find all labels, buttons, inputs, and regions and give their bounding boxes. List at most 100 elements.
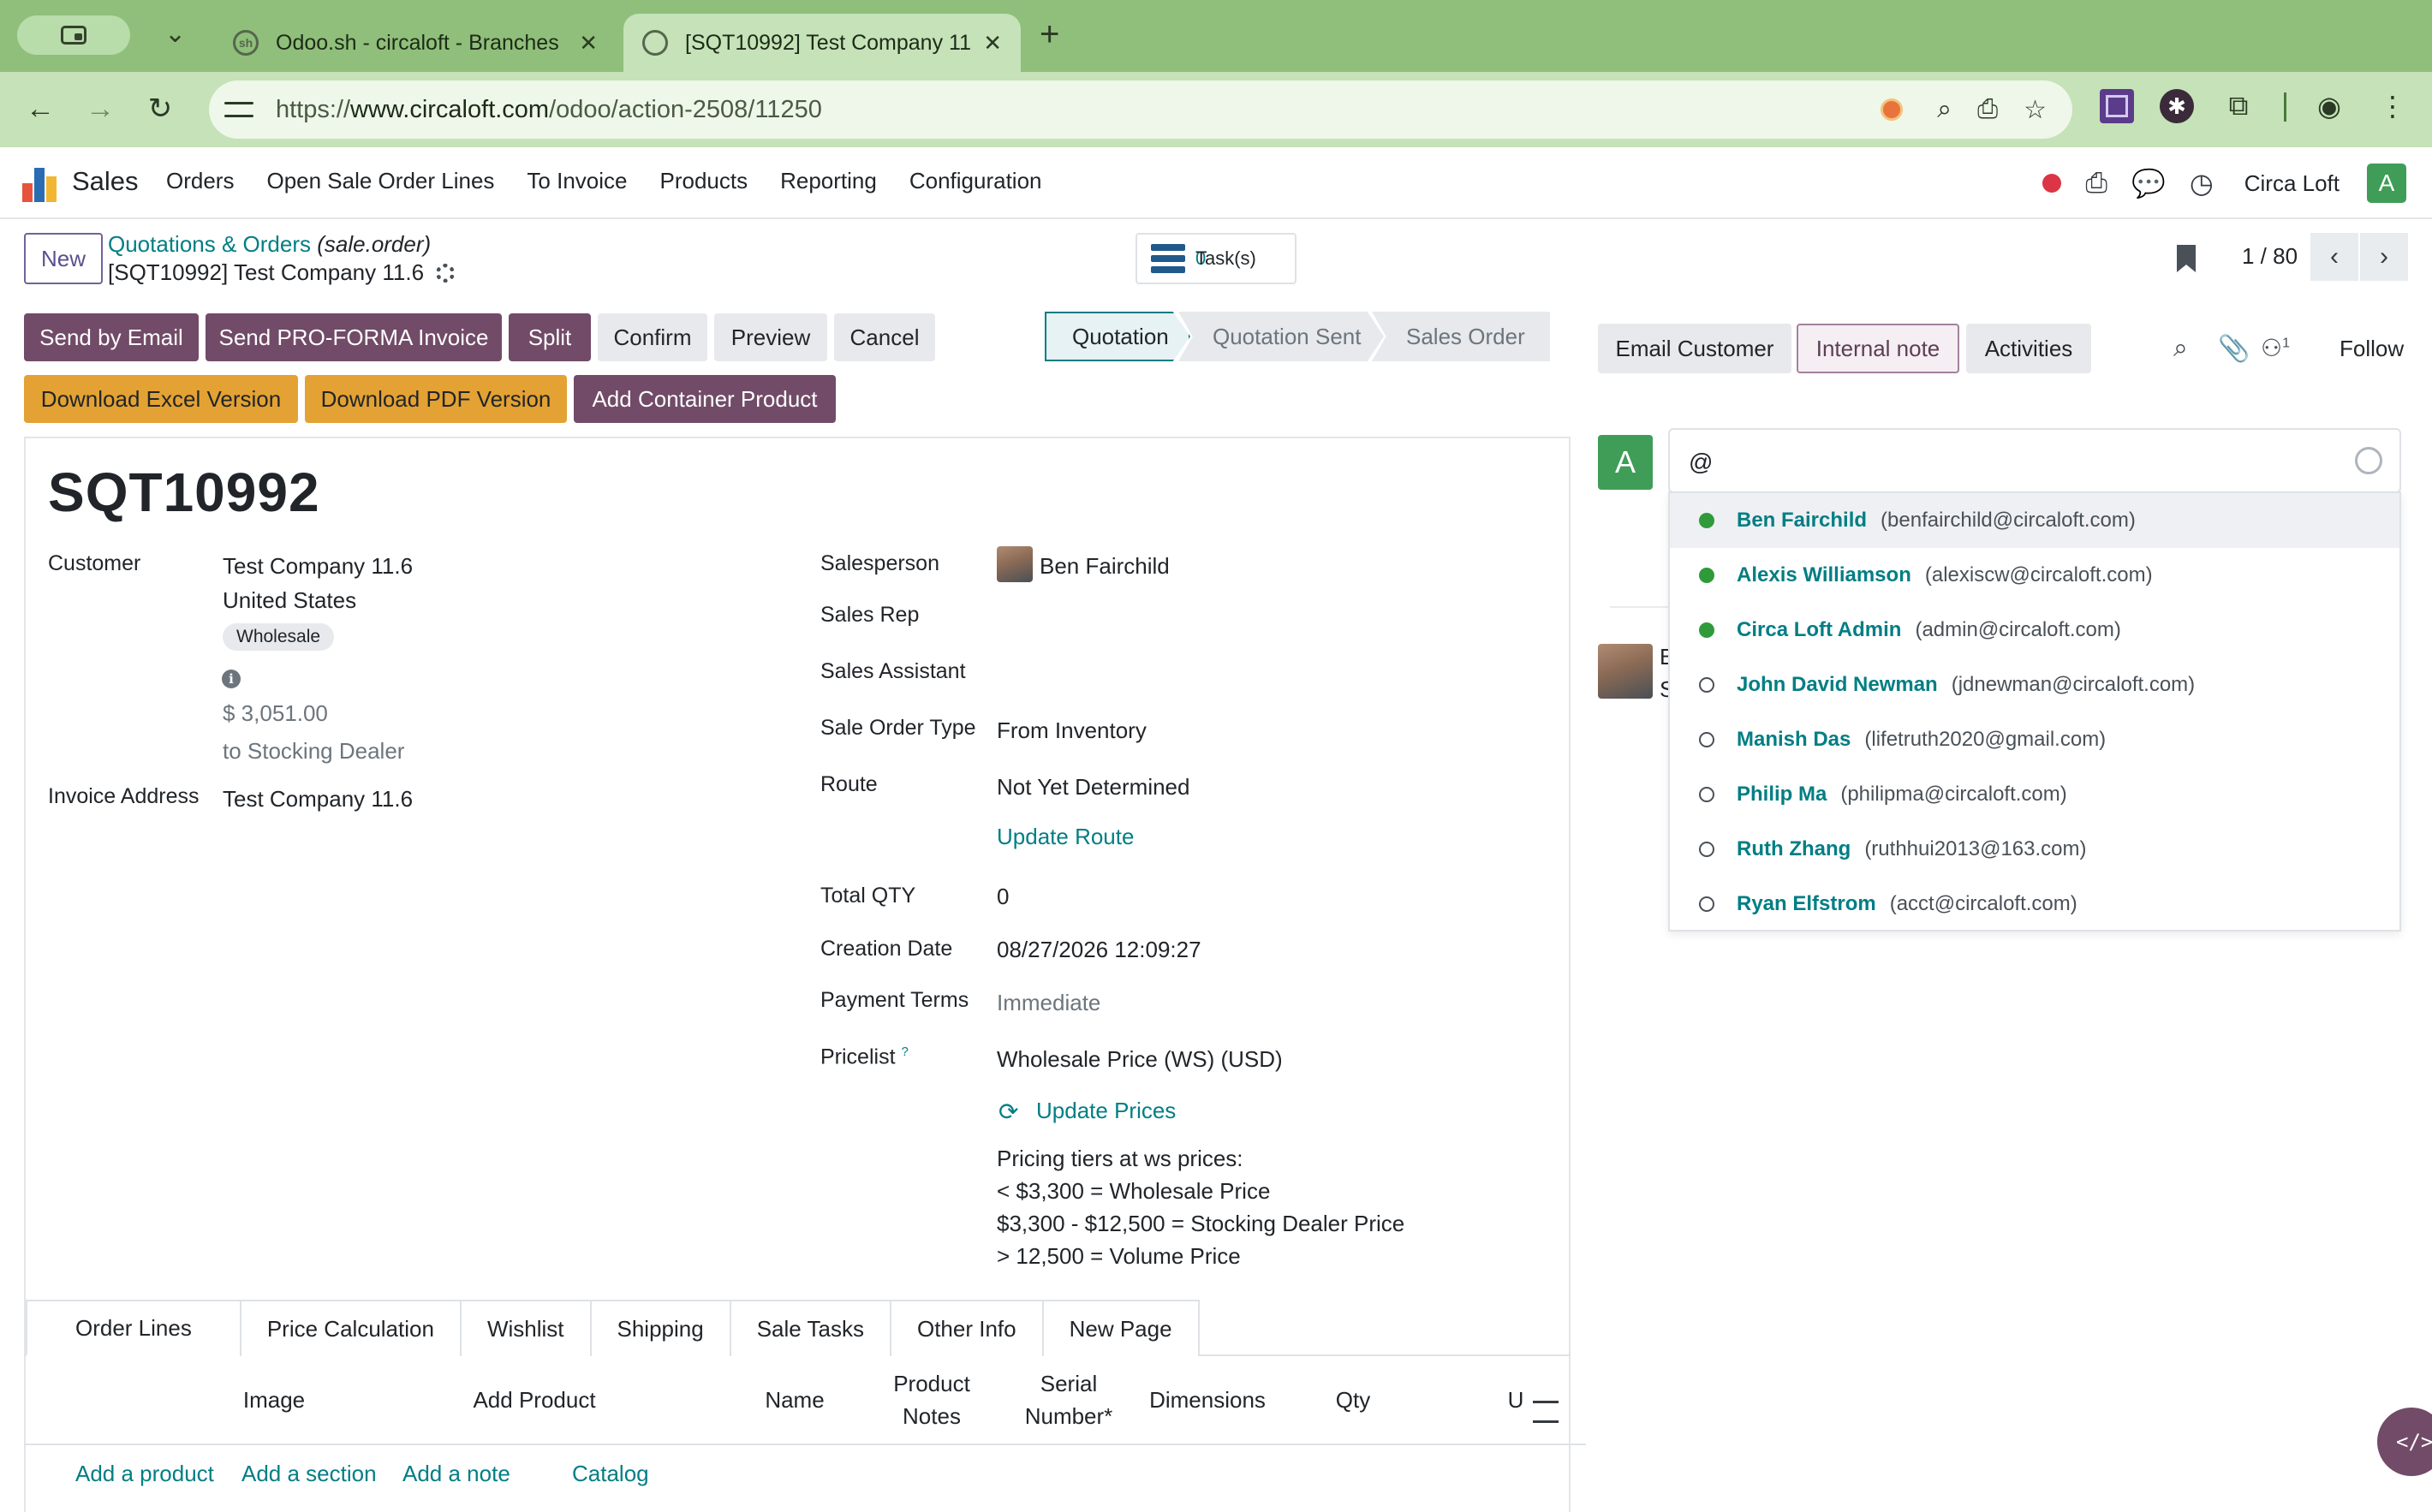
menu-reporting[interactable]: Reporting xyxy=(780,168,877,194)
menu-orders[interactable]: Orders xyxy=(166,168,234,194)
invoice-address[interactable]: Test Company 11.6 xyxy=(223,786,413,813)
bookmark-icon[interactable] xyxy=(2177,245,2196,272)
pager-value[interactable]: 1 / 80 xyxy=(2242,243,2298,270)
preview-button[interactable]: Preview xyxy=(714,313,827,361)
send-proforma-invoice-button[interactable]: Send PRO-FORMA Invoice xyxy=(206,313,502,361)
mention-item[interactable]: John David Newman (jdnewman@circaloft.com… xyxy=(1670,658,2399,712)
menu-to-invoice[interactable]: To Invoice xyxy=(527,168,627,194)
back-arrow-icon[interactable]: ← xyxy=(21,89,60,128)
stage-sales-order[interactable]: Sales Order xyxy=(1372,312,1550,361)
sale-order-type-value[interactable]: From Inventory xyxy=(997,717,1147,744)
gear-icon[interactable] xyxy=(436,263,456,283)
add-container-product-button[interactable]: Add Container Product xyxy=(574,375,836,423)
mention-item[interactable]: Ryan Elfstrom (acct@circaloft.com) xyxy=(1670,877,2399,932)
mention-item[interactable]: Circa Loft Admin (admin@circaloft.com) xyxy=(1670,603,2399,658)
tab-order-lines[interactable]: Order Lines xyxy=(26,1300,241,1356)
tab-wishlist[interactable]: Wishlist xyxy=(459,1300,592,1356)
info-icon[interactable]: i xyxy=(222,670,241,688)
extension-purple-icon[interactable] xyxy=(2100,89,2134,123)
tab-new-page[interactable]: New Page xyxy=(1041,1300,1200,1356)
profile-icon[interactable]: ◉ xyxy=(2312,89,2346,123)
close-tab-icon[interactable]: ✕ xyxy=(579,30,598,57)
menu-configuration[interactable]: Configuration xyxy=(909,168,1042,194)
breadcrumb-quotations-link[interactable]: Quotations & Orders xyxy=(108,231,311,257)
stage-quotation-sent[interactable]: Quotation Sent xyxy=(1178,312,1384,361)
extension-aperture-icon[interactable]: ✱ xyxy=(2160,89,2194,123)
add-section-link[interactable]: Add a section xyxy=(241,1461,377,1487)
refresh-icon[interactable]: ⟳ xyxy=(998,1098,1018,1126)
company-switcher[interactable]: Circa Loft xyxy=(2244,170,2340,197)
chat-bubbles-icon[interactable]: 💬 xyxy=(2131,167,2166,199)
col-image[interactable]: Image xyxy=(206,1384,343,1416)
pager-next-button[interactable]: › xyxy=(2360,233,2408,281)
browser-tab-odoo-sh[interactable]: sh Odoo.sh - circaloft - Branches ✕ xyxy=(214,14,617,72)
add-note-link[interactable]: Add a note xyxy=(402,1461,510,1487)
activity-clock-icon[interactable]: ◷ xyxy=(2190,167,2214,199)
composer-text[interactable]: @ xyxy=(1689,449,1713,476)
download-excel-button[interactable]: Download Excel Version xyxy=(24,375,298,423)
col-qty[interactable]: Qty xyxy=(1319,1384,1387,1416)
tab-sale-tasks[interactable]: Sale Tasks xyxy=(729,1300,891,1356)
install-app-icon[interactable]: ⎙ xyxy=(1977,95,1998,124)
mention-item[interactable]: Ben Fairchild (benfairchild@circaloft.com… xyxy=(1670,493,2399,548)
pricelist-value[interactable]: Wholesale Price (WS) (USD) xyxy=(997,1046,1283,1073)
address-bar[interactable]: https://www.circaloft.com/odoo/action-25… xyxy=(209,80,2072,139)
column-options-icon[interactable] xyxy=(1533,1401,1559,1423)
emoji-icon[interactable] xyxy=(2355,447,2382,474)
new-record-button[interactable]: New xyxy=(24,233,103,284)
app-name[interactable]: Sales xyxy=(72,166,139,197)
bookmark-star-icon[interactable]: ☆ xyxy=(2024,95,2047,125)
printer-icon[interactable]: ⎙ xyxy=(2085,167,2107,199)
tab-price-calculation[interactable]: Price Calculation xyxy=(239,1300,462,1356)
col-product-notes[interactable]: Product Notes xyxy=(880,1367,983,1432)
mention-item[interactable]: Alexis Williamson (alexiscw@circaloft.com… xyxy=(1670,548,2399,603)
browser-menu-icon[interactable]: ⋮ xyxy=(2375,89,2410,123)
tab-other-info[interactable]: Other Info xyxy=(889,1300,1044,1356)
tab-list-chevron-icon[interactable]: ⌄ xyxy=(164,19,186,49)
extensions-puzzle-icon[interactable]: ⧉ xyxy=(2221,89,2256,123)
download-pdf-button[interactable]: Download PDF Version xyxy=(305,375,567,423)
email-customer-button[interactable]: Email Customer xyxy=(1598,324,1791,373)
debug-code-button[interactable]: </> xyxy=(2377,1408,2432,1476)
send-by-email-button[interactable]: Send by Email xyxy=(24,313,199,361)
mention-item[interactable]: Philip Ma (philipma@circaloft.com) xyxy=(1670,767,2399,822)
update-route-button[interactable]: Update Route xyxy=(997,824,1134,850)
site-settings-icon[interactable] xyxy=(224,97,253,122)
tab-shipping[interactable]: Shipping xyxy=(589,1300,731,1356)
close-tab-icon[interactable]: ✕ xyxy=(983,30,1002,57)
add-product-link[interactable]: Add a product xyxy=(75,1461,214,1487)
menu-products[interactable]: Products xyxy=(659,168,748,194)
pricelist-help-icon[interactable]: ? xyxy=(901,1045,908,1059)
paperclip-icon[interactable]: 📎 xyxy=(2218,334,2250,364)
salesperson-value[interactable]: Ben Fairchild xyxy=(1040,553,1170,580)
catalog-link[interactable]: Catalog xyxy=(572,1461,649,1487)
followers-icon[interactable]: ⚇1 xyxy=(2261,334,2290,362)
mention-item[interactable]: Manish Das (lifetruth2020@gmail.com) xyxy=(1670,712,2399,767)
col-uom[interactable]: U xyxy=(1500,1384,1531,1416)
user-avatar[interactable]: A xyxy=(2367,164,2406,203)
search-icon[interactable]: ⌕ xyxy=(2173,334,2188,363)
activities-button[interactable]: Activities xyxy=(1966,324,2091,373)
split-button[interactable]: Split xyxy=(509,313,591,361)
update-prices-button[interactable]: Update Prices xyxy=(1036,1098,1176,1124)
zoom-icon[interactable]: ⌕ xyxy=(1937,95,1952,124)
recording-indicator-icon[interactable] xyxy=(2042,174,2062,193)
route-value[interactable]: Not Yet Determined xyxy=(997,774,1189,801)
customer-name[interactable]: Test Company 11.6 xyxy=(223,553,413,580)
sales-app-logo-icon[interactable] xyxy=(22,168,58,202)
internal-note-button[interactable]: Internal note xyxy=(1797,324,1959,373)
col-serial-number[interactable]: Serial Number* xyxy=(1009,1367,1129,1432)
tab-group-button[interactable] xyxy=(17,15,130,55)
browser-tab-quotation[interactable]: [SQT10992] Test Company 11.6 ✕ xyxy=(623,14,1021,72)
tasks-smart-button[interactable]: Task(s) 0 xyxy=(1136,233,1296,284)
extension-status-icon[interactable] xyxy=(1881,98,1904,121)
confirm-button[interactable]: Confirm xyxy=(598,313,707,361)
cancel-button[interactable]: Cancel xyxy=(834,313,935,361)
new-tab-plus-icon[interactable]: + xyxy=(1040,15,1059,54)
composer-input[interactable]: @ xyxy=(1668,428,2401,493)
pager-previous-button[interactable]: ‹ xyxy=(2310,233,2358,281)
col-dimensions[interactable]: Dimensions xyxy=(1139,1384,1276,1416)
payment-terms-value[interactable]: Immediate xyxy=(997,990,1100,1016)
follow-button[interactable]: Follow xyxy=(2340,336,2404,362)
stage-quotation[interactable]: Quotation xyxy=(1045,312,1190,361)
